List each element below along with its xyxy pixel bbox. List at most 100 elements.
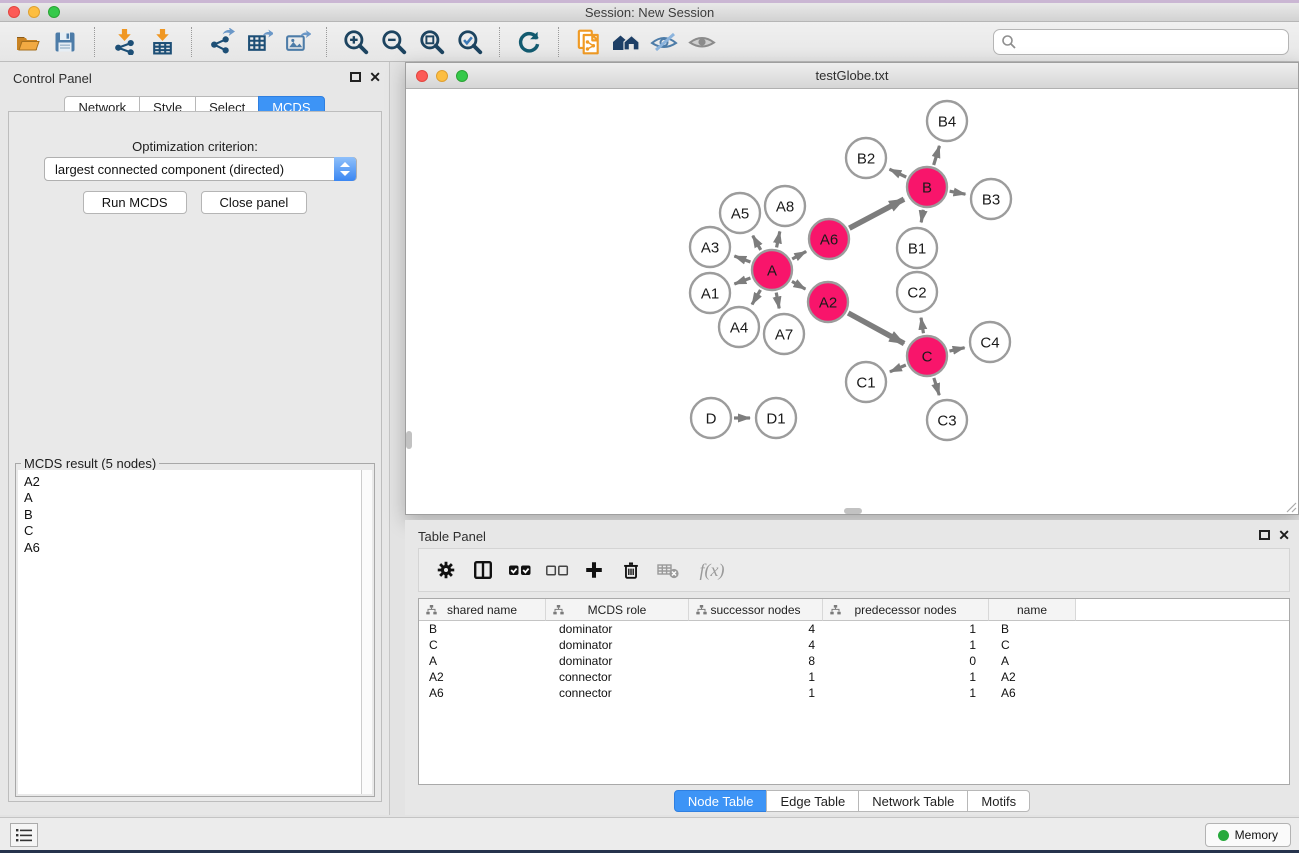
graph-edge-A-A2[interactable] xyxy=(792,281,805,289)
table-row[interactable]: A2connector11A2 xyxy=(419,669,1289,685)
graph-edge-A-A6[interactable] xyxy=(792,251,806,259)
table-cell[interactable]: dominator xyxy=(546,637,689,653)
graph-edge-C-C1[interactable] xyxy=(890,365,906,372)
deselect-all-button[interactable] xyxy=(542,554,572,586)
graph-edge-A-A7[interactable] xyxy=(776,293,779,309)
mcds-result-item[interactable]: B xyxy=(18,507,361,523)
delete-table-button[interactable] xyxy=(653,554,683,586)
function-builder-button[interactable]: f(x) xyxy=(690,554,734,586)
graph-edge-A-A5[interactable] xyxy=(753,236,761,250)
tab-motifs[interactable]: Motifs xyxy=(967,790,1030,812)
table-cell[interactable]: dominator xyxy=(546,621,689,637)
horizontal-scroll-thumb[interactable] xyxy=(844,508,862,514)
table-cell[interactable]: dominator xyxy=(546,653,689,669)
float-table-panel-icon[interactable] xyxy=(1259,530,1270,540)
criterion-select[interactable]: largest connected component (directed) xyxy=(44,157,357,181)
graph-edge-B-B3[interactable] xyxy=(950,191,966,194)
graph-edge-C-C2[interactable] xyxy=(921,318,923,334)
result-scrollbar[interactable] xyxy=(361,470,372,794)
search-input[interactable] xyxy=(993,29,1289,55)
table-cell[interactable]: C xyxy=(989,637,1076,653)
table-cell[interactable]: B xyxy=(419,621,546,637)
resize-grip-icon[interactable] xyxy=(1285,501,1297,513)
table-cell[interactable]: A6 xyxy=(419,685,546,701)
tab-network-table[interactable]: Network Table xyxy=(858,790,968,812)
table-row[interactable]: Adominator80A xyxy=(419,653,1289,669)
mcds-result-item[interactable]: A2 xyxy=(18,474,361,490)
table-row[interactable]: A6connector11A6 xyxy=(419,685,1289,701)
graph-edge-A-A3[interactable] xyxy=(734,256,750,262)
column-layout-button[interactable] xyxy=(468,554,498,586)
mcds-result-item[interactable]: A6 xyxy=(18,540,361,556)
column-header-name[interactable]: name xyxy=(989,599,1076,621)
table-row[interactable]: Bdominator41B xyxy=(419,621,1289,637)
table-row[interactable]: Cdominator41C xyxy=(419,637,1289,653)
table-cell[interactable]: 1 xyxy=(823,637,989,653)
import-network-button[interactable] xyxy=(105,25,143,59)
table-cell[interactable]: 4 xyxy=(689,637,823,653)
table-cell[interactable]: C xyxy=(419,637,546,653)
delete-column-button[interactable] xyxy=(616,554,646,586)
open-session-button[interactable] xyxy=(8,25,46,59)
graph-edge-C-C4[interactable] xyxy=(949,348,964,351)
graph-edge-B-B4[interactable] xyxy=(934,146,940,165)
graph-edge-B-B2[interactable] xyxy=(889,169,906,177)
float-panel-icon[interactable] xyxy=(350,72,361,82)
graph-edge-C-C3[interactable] xyxy=(934,378,939,395)
graph-edge-A2-C[interactable] xyxy=(848,313,904,344)
table-cell[interactable]: A2 xyxy=(419,669,546,685)
zoom-fit-button[interactable] xyxy=(413,25,451,59)
table-cell[interactable]: A6 xyxy=(989,685,1076,701)
close-table-panel-icon[interactable]: ✕ xyxy=(1278,527,1290,544)
table-cell[interactable]: 1 xyxy=(823,669,989,685)
zoom-out-button[interactable] xyxy=(375,25,413,59)
vertical-scroll-thumb[interactable] xyxy=(406,431,412,449)
table-cell[interactable]: 0 xyxy=(823,653,989,669)
zoom-in-button[interactable] xyxy=(337,25,375,59)
add-column-button[interactable] xyxy=(579,554,609,586)
graph-edge-A-A8[interactable] xyxy=(777,231,780,247)
table-cell[interactable]: A2 xyxy=(989,669,1076,685)
graph-edge-B-B1[interactable] xyxy=(921,210,923,223)
mcds-result-item[interactable]: A xyxy=(18,490,361,506)
column-header-shared-name[interactable]: shared name xyxy=(419,599,546,621)
save-session-button[interactable] xyxy=(46,25,84,59)
column-header-mcds-role[interactable]: MCDS role xyxy=(546,599,689,621)
task-history-button[interactable] xyxy=(10,823,38,847)
close-panel-button[interactable]: Close panel xyxy=(201,191,308,214)
show-graphics-button[interactable] xyxy=(683,25,721,59)
column-header-successor-nodes[interactable]: successor nodes xyxy=(689,599,823,621)
tab-edge-table[interactable]: Edge Table xyxy=(766,790,859,812)
tab-node-table[interactable]: Node Table xyxy=(674,790,768,812)
network-canvas[interactable]: B4B2BB3A5A8A6B1A3AC2A1A2A4A7C4CC1DD1C3 xyxy=(406,89,1298,514)
table-settings-button[interactable] xyxy=(431,554,461,586)
node-table[interactable]: shared nameMCDS rolesuccessor nodesprede… xyxy=(418,598,1290,785)
table-cell[interactable]: 4 xyxy=(689,621,823,637)
table-cell[interactable]: 1 xyxy=(689,685,823,701)
copy-view-button[interactable] xyxy=(569,25,607,59)
column-header-predecessor-nodes[interactable]: predecessor nodes xyxy=(823,599,989,621)
memory-button[interactable]: Memory xyxy=(1205,823,1291,847)
graph-edge-A-A4[interactable] xyxy=(752,290,760,305)
table-cell[interactable]: 8 xyxy=(689,653,823,669)
table-cell[interactable]: 1 xyxy=(689,669,823,685)
run-mcds-button[interactable]: Run MCDS xyxy=(83,191,187,214)
table-cell[interactable]: connector xyxy=(546,685,689,701)
table-cell[interactable]: A xyxy=(419,653,546,669)
table-cell[interactable]: A xyxy=(989,653,1076,669)
table-cell[interactable]: 1 xyxy=(823,621,989,637)
table-cell[interactable]: connector xyxy=(546,669,689,685)
export-image-button[interactable] xyxy=(278,25,316,59)
hide-graphics-button[interactable] xyxy=(645,25,683,59)
table-cell[interactable]: B xyxy=(989,621,1076,637)
mcds-result-item[interactable]: C xyxy=(18,523,361,539)
zoom-selected-button[interactable] xyxy=(451,25,489,59)
home-view-button[interactable] xyxy=(607,25,645,59)
select-all-button[interactable] xyxy=(505,554,535,586)
graph-edge-A6-B[interactable] xyxy=(849,199,904,228)
export-table-button[interactable] xyxy=(240,25,278,59)
graph-edge-A-A1[interactable] xyxy=(734,278,750,284)
close-panel-icon[interactable]: ✕ xyxy=(369,69,381,86)
import-table-button[interactable] xyxy=(143,25,181,59)
refresh-button[interactable] xyxy=(510,25,548,59)
